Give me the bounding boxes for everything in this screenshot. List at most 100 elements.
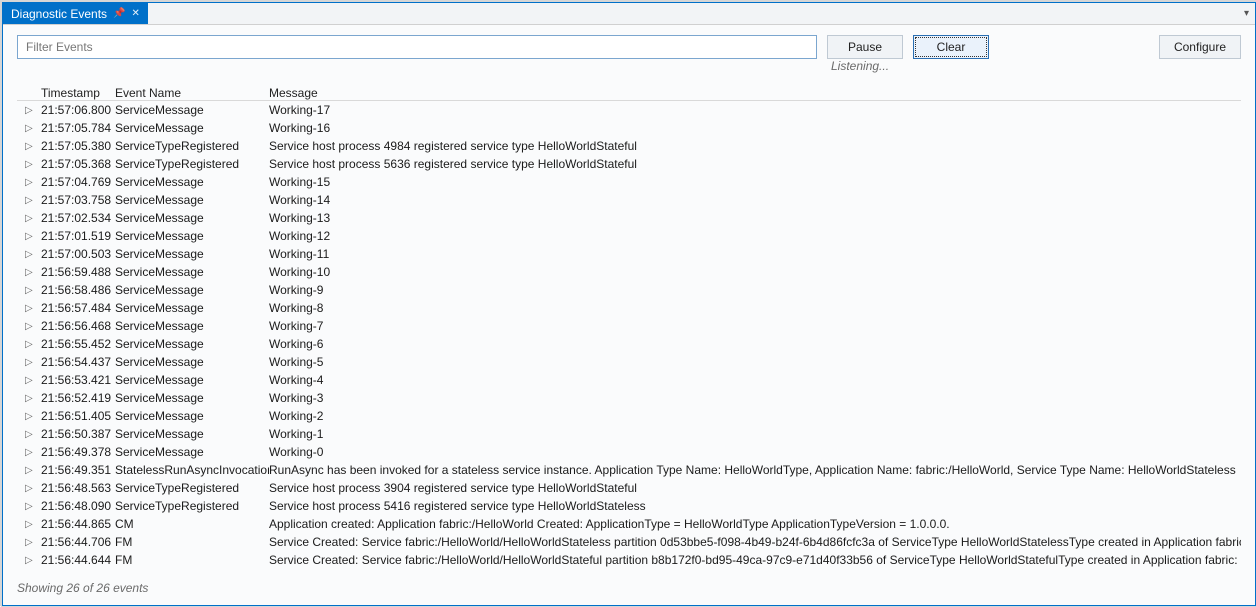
- expand-icon[interactable]: ▷: [25, 267, 41, 278]
- table-row[interactable]: ▷21:56:49.378ServiceMessageWorking-0: [17, 443, 1241, 461]
- expand-icon[interactable]: ▷: [25, 555, 41, 566]
- col-header-message[interactable]: Message: [269, 86, 1241, 100]
- col-header-timestamp[interactable]: Timestamp: [41, 86, 115, 100]
- cell-event-name: ServiceMessage: [115, 355, 269, 369]
- panel-menu-icon[interactable]: ▾: [1244, 8, 1249, 19]
- expand-icon[interactable]: ▷: [25, 357, 41, 368]
- table-row[interactable]: ▷21:57:04.769ServiceMessageWorking-15: [17, 173, 1241, 191]
- table-row[interactable]: ▷21:56:44.644FMService Created: Service …: [17, 551, 1241, 569]
- table-row[interactable]: ▷21:56:52.419ServiceMessageWorking-3: [17, 389, 1241, 407]
- col-header-event-name[interactable]: Event Name: [115, 86, 269, 100]
- expand-icon[interactable]: ▷: [25, 519, 41, 530]
- table-row[interactable]: ▷21:57:02.534ServiceMessageWorking-13: [17, 209, 1241, 227]
- configure-button[interactable]: Configure: [1159, 35, 1241, 59]
- table-row[interactable]: ▷21:56:48.090ServiceTypeRegisteredServic…: [17, 497, 1241, 515]
- cell-event-name: ServiceMessage: [115, 319, 269, 333]
- cell-event-name: ServiceMessage: [115, 211, 269, 225]
- table-row[interactable]: ▷21:56:59.488ServiceMessageWorking-10: [17, 263, 1241, 281]
- close-icon[interactable]: ✕: [132, 8, 140, 19]
- table-row[interactable]: ▷21:57:06.800ServiceMessageWorking-17: [17, 101, 1241, 119]
- events-grid: Timestamp Event Name Message ▷21:57:06.8…: [3, 79, 1255, 575]
- expand-icon[interactable]: ▷: [25, 303, 41, 314]
- table-row[interactable]: ▷21:56:53.421ServiceMessageWorking-4: [17, 371, 1241, 389]
- expand-icon[interactable]: ▷: [25, 123, 41, 134]
- expand-icon[interactable]: ▷: [25, 465, 41, 476]
- cell-timestamp: 21:56:44.644: [41, 553, 115, 567]
- expand-icon[interactable]: ▷: [25, 159, 41, 170]
- expand-icon[interactable]: ▷: [25, 429, 41, 440]
- expand-icon[interactable]: ▷: [25, 285, 41, 296]
- expand-icon[interactable]: ▷: [25, 411, 41, 422]
- cell-message: Working-11: [269, 247, 1241, 261]
- table-row[interactable]: ▷21:56:58.486ServiceMessageWorking-9: [17, 281, 1241, 299]
- cell-event-name: ServiceMessage: [115, 121, 269, 135]
- table-row[interactable]: ▷21:56:51.405ServiceMessageWorking-2: [17, 407, 1241, 425]
- table-row[interactable]: ▷21:57:05.368ServiceTypeRegisteredServic…: [17, 155, 1241, 173]
- cell-timestamp: 21:57:05.380: [41, 139, 115, 153]
- cell-event-name: ServiceMessage: [115, 391, 269, 405]
- cell-message: Application created: Application fabric:…: [269, 517, 1241, 531]
- cell-timestamp: 21:56:49.378: [41, 445, 115, 459]
- cell-timestamp: 21:56:57.484: [41, 301, 115, 315]
- table-row[interactable]: ▷21:57:03.758ServiceMessageWorking-14: [17, 191, 1241, 209]
- pause-button[interactable]: Pause: [827, 35, 903, 59]
- table-row[interactable]: ▷21:56:50.387ServiceMessageWorking-1: [17, 425, 1241, 443]
- cell-timestamp: 21:57:04.769: [41, 175, 115, 189]
- cell-message: Working-10: [269, 265, 1241, 279]
- cell-event-name: ServiceMessage: [115, 445, 269, 459]
- cell-message: Working-14: [269, 193, 1241, 207]
- expand-icon[interactable]: ▷: [25, 231, 41, 242]
- cell-message: RunAsync has been invoked for a stateles…: [269, 463, 1241, 477]
- expand-icon[interactable]: ▷: [25, 393, 41, 404]
- cell-timestamp: 21:56:53.421: [41, 373, 115, 387]
- cell-message: Service host process 5416 registered ser…: [269, 499, 1241, 513]
- cell-message: Working-12: [269, 229, 1241, 243]
- table-row[interactable]: ▷21:57:05.784ServiceMessageWorking-16: [17, 119, 1241, 137]
- table-row[interactable]: ▷21:56:57.484ServiceMessageWorking-8: [17, 299, 1241, 317]
- table-row[interactable]: ▷21:56:54.437ServiceMessageWorking-5: [17, 353, 1241, 371]
- table-row[interactable]: ▷21:56:55.452ServiceMessageWorking-6: [17, 335, 1241, 353]
- cell-timestamp: 21:56:49.351: [41, 463, 115, 477]
- cell-message: Working-16: [269, 121, 1241, 135]
- table-row[interactable]: ▷21:56:49.351StatelessRunAsyncInvocation…: [17, 461, 1241, 479]
- toolbar: Pause Clear Configure: [3, 25, 1255, 61]
- cell-timestamp: 21:57:05.784: [41, 121, 115, 135]
- table-row[interactable]: ▷21:56:56.468ServiceMessageWorking-7: [17, 317, 1241, 335]
- cell-timestamp: 21:56:50.387: [41, 427, 115, 441]
- expand-icon[interactable]: ▷: [25, 501, 41, 512]
- expand-icon[interactable]: ▷: [25, 375, 41, 386]
- expand-icon[interactable]: ▷: [25, 249, 41, 260]
- expand-icon[interactable]: ▷: [25, 483, 41, 494]
- expand-icon[interactable]: ▷: [25, 177, 41, 188]
- expand-icon[interactable]: ▷: [25, 213, 41, 224]
- expand-icon[interactable]: ▷: [25, 321, 41, 332]
- cell-event-name: ServiceMessage: [115, 427, 269, 441]
- table-row[interactable]: ▷21:56:44.706FMService Created: Service …: [17, 533, 1241, 551]
- table-row[interactable]: ▷21:57:00.503ServiceMessageWorking-11: [17, 245, 1241, 263]
- expand-icon[interactable]: ▷: [25, 537, 41, 548]
- tab-bar: Diagnostic Events 📌 ✕ ▾: [3, 3, 1255, 25]
- cell-event-name: CM: [115, 517, 269, 531]
- pin-icon[interactable]: 📌: [113, 8, 125, 19]
- expand-icon[interactable]: ▷: [25, 447, 41, 458]
- expand-icon[interactable]: ▷: [25, 195, 41, 206]
- expand-icon[interactable]: ▷: [25, 105, 41, 116]
- cell-event-name: ServiceMessage: [115, 409, 269, 423]
- filter-input[interactable]: [17, 35, 817, 59]
- table-row[interactable]: ▷21:57:05.380ServiceTypeRegisteredServic…: [17, 137, 1241, 155]
- cell-timestamp: 21:56:52.419: [41, 391, 115, 405]
- table-row[interactable]: ▷21:56:44.865CMApplication created: Appl…: [17, 515, 1241, 533]
- table-row[interactable]: ▷21:57:01.519ServiceMessageWorking-12: [17, 227, 1241, 245]
- tab-diagnostic-events[interactable]: Diagnostic Events 📌 ✕: [3, 3, 148, 24]
- cell-event-name: ServiceMessage: [115, 229, 269, 243]
- clear-button[interactable]: Clear: [913, 35, 989, 59]
- cell-message: Working-8: [269, 301, 1241, 315]
- status-text: Listening...: [3, 59, 1255, 79]
- expand-icon[interactable]: ▷: [25, 141, 41, 152]
- cell-message: Working-4: [269, 373, 1241, 387]
- table-row[interactable]: ▷21:56:48.563ServiceTypeRegisteredServic…: [17, 479, 1241, 497]
- expand-icon[interactable]: ▷: [25, 339, 41, 350]
- cell-event-name: ServiceTypeRegistered: [115, 157, 269, 171]
- cell-message: Service Created: Service fabric:/HelloWo…: [269, 535, 1241, 549]
- cell-timestamp: 21:56:51.405: [41, 409, 115, 423]
